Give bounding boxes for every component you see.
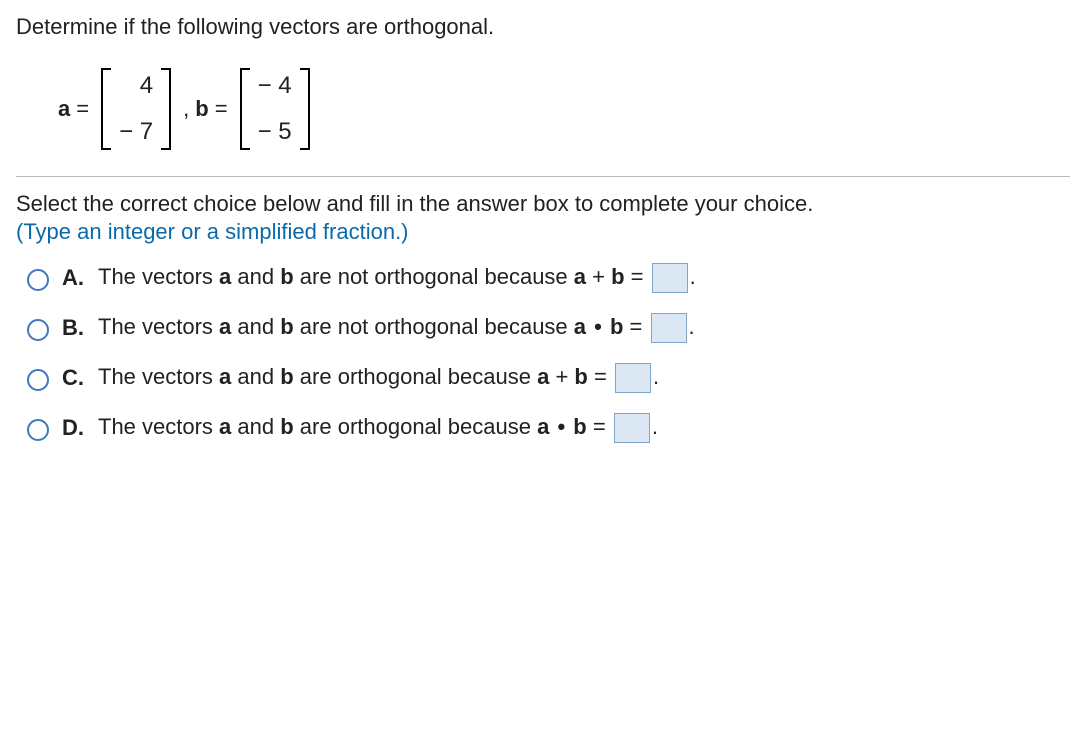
choice-c-row: C. The vectors a and b are orthogonal be… (22, 363, 1070, 393)
vectors-display: a = 4 − 7 , b = − 4 − 5 (16, 62, 1070, 176)
vector-b-entry-0: − 4 (258, 72, 292, 100)
choice-d-input[interactable] (614, 413, 650, 443)
equals-sign: = (215, 96, 228, 122)
vector-a-entry-0: 4 (140, 72, 153, 100)
choice-d-text: The vectors a and b are orthogonal becau… (98, 413, 658, 443)
comma: , (183, 96, 189, 122)
choice-c-radio[interactable] (27, 369, 49, 391)
choice-b-row: B. The vectors a and b are not orthogona… (22, 313, 1070, 343)
choice-b-radio[interactable] (27, 319, 49, 341)
vector-b-label: b (195, 96, 208, 122)
divider (16, 176, 1070, 177)
choice-d-radio[interactable] (27, 419, 49, 441)
vector-b-matrix: − 4 − 5 (234, 66, 316, 152)
choice-a-label: A. (62, 265, 88, 291)
choice-b-label: B. (62, 315, 88, 341)
choice-a-input[interactable] (652, 263, 688, 293)
choices-group: A. The vectors a and b are not orthogona… (16, 263, 1070, 443)
choice-c-text: The vectors a and b are orthogonal becau… (98, 363, 659, 393)
vector-a-label: a (58, 96, 70, 122)
choice-d-row: D. The vectors a and b are orthogonal be… (22, 413, 1070, 443)
hint-text: (Type an integer or a simplified fractio… (16, 219, 1070, 245)
choice-a-radio[interactable] (27, 269, 49, 291)
vector-b-entry-1: − 5 (258, 118, 292, 146)
choice-c-input[interactable] (615, 363, 651, 393)
instruction-text: Select the correct choice below and fill… (16, 191, 1070, 217)
equals-sign: = (76, 96, 89, 122)
question-text: Determine if the following vectors are o… (16, 14, 1070, 40)
choice-a-row: A. The vectors a and b are not orthogona… (22, 263, 1070, 293)
choice-b-text: The vectors a and b are not orthogonal b… (98, 313, 695, 343)
vector-a-entry-1: − 7 (119, 118, 153, 146)
choice-a-text: The vectors a and b are not orthogonal b… (98, 263, 696, 293)
choice-d-label: D. (62, 415, 88, 441)
choice-c-label: C. (62, 365, 88, 391)
choice-b-input[interactable] (651, 313, 687, 343)
vector-a-matrix: 4 − 7 (95, 66, 177, 152)
